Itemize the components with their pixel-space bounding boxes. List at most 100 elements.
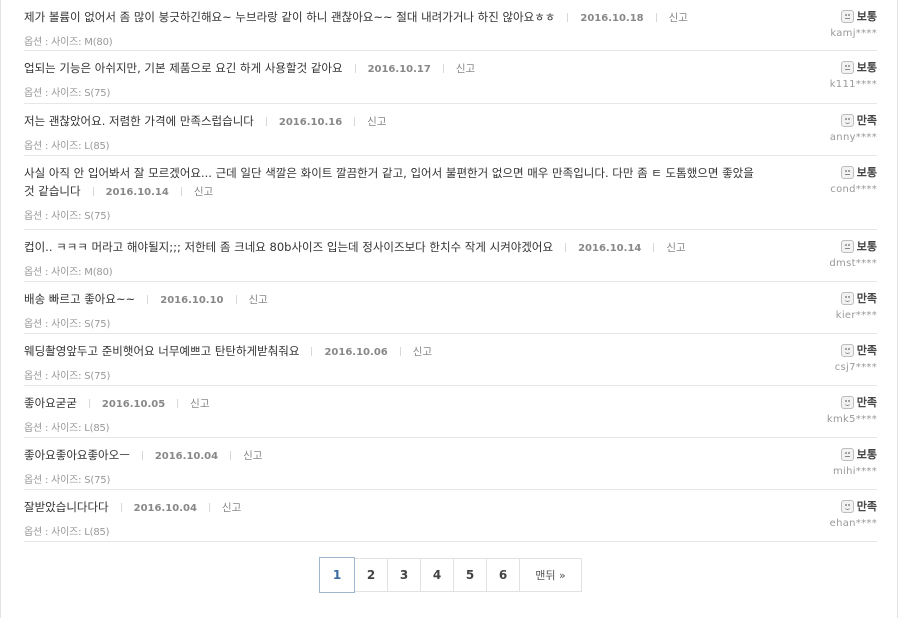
report-link[interactable]: 신고 [194,186,213,198]
review-row: 배송 빠르고 좋아요~~ 2016.10.10 신고 옵션 : 사이즈: S(75)… [24,282,877,334]
neutral-face-icon [840,61,854,74]
report-link[interactable]: 신고 [669,12,688,24]
user-id: k111**** [829,79,877,90]
report-link[interactable]: 신고 [666,242,685,254]
review-option: 옵션 : 사이즈: M(80) [24,37,113,48]
pagination: 1 2 3 4 5 6 맨뒤 » [319,557,582,594]
review-side: 보통 dmst**** [767,239,877,269]
review-row: 좋아요좋아요좋아오ㅡ 2016.10.04 신고 옵션 : 사이즈: S(75) 보… [24,438,877,490]
review-text: 저는 괜찮았어요. 저렴한 가격에 만족스럽습니다 [24,114,254,128]
review-side: 만족 ehan**** [767,499,877,529]
review-side: 보통 cond**** [767,165,877,195]
review-option: 옵션 : 사이즈: S(75) [24,475,111,486]
review-meta: 2016.10.06 신고 [299,346,432,358]
review-text: 업되는 기능은 아쉬지만, 기본 제품으로 요긴 하게 사용할것 같아요 [24,61,343,75]
review-body: 좋아요굳굳 2016.10.05 신고 옵션 : 사이즈: L(85) [24,386,759,434]
review-text: 배송 빠르고 좋아요~~ [24,292,136,306]
rating: 만족 [767,113,877,129]
divider [147,295,149,304]
rating: 보통 [767,239,877,255]
divider [354,117,356,126]
review-comment: 사실 아직 안 입어봐서 잘 모르겠어요... 근데 일단 색깔은 화이트 깔끔… [24,164,759,202]
page-3-button[interactable]: 3 [388,558,421,592]
rating-label: 보통 [856,240,877,253]
review-row: 웨딩촬영앞두고 준비햇어요 너무예쁘고 탄탄하게받춰줘요 2016.10.06 신고… [24,334,877,386]
report-link[interactable]: 신고 [190,398,209,410]
page-6-button[interactable]: 6 [487,558,520,592]
review-meta: 2016.10.04 신고 [109,502,241,514]
happy-face-icon [840,114,854,127]
review-row: 제가 볼륨이 없어서 좀 많이 붕긋하긴해요~ 누브라랑 같이 하니 괜찮아요~… [24,0,877,51]
review-body: 잘받았습니다다다 2016.10.04 신고 옵션 : 사이즈: L(85) [24,490,759,538]
review-option: 옵션 : 사이즈: S(75) [24,211,111,222]
review-comment: 잘받았습니다다다 2016.10.04 신고 [24,498,759,518]
rating-label: 만족 [856,344,877,357]
report-link[interactable]: 신고 [367,116,386,128]
review-comment: 제가 볼륨이 없어서 좀 많이 붕긋하긴해요~ 누브라랑 같이 하니 괜찮아요~… [24,8,759,28]
user-id: csj7**** [834,362,877,373]
user-id: mihi**** [832,466,877,477]
page-2-button[interactable]: 2 [355,558,388,592]
review-text: 제가 볼륨이 없어서 좀 많이 붕긋하긴해요~ 누브라랑 같이 하니 괜찮아요~… [24,10,556,24]
user-id: anny**** [829,132,877,143]
review-body: 업되는 기능은 아쉬지만, 기본 제품으로 요긴 하게 사용할것 같아요 2016… [24,51,759,99]
review-option: 옵션 : 사이즈: M(80) [24,267,113,278]
review-date: 2016.10.06 [324,347,388,358]
review-option: 옵션 : 사이즈: L(85) [24,141,110,152]
review-body: 좋아요좋아요좋아오ㅡ 2016.10.04 신고 옵션 : 사이즈: S(75) [24,438,759,486]
happy-face-icon [840,344,854,357]
page-1-button[interactable]: 1 [319,557,355,593]
report-link[interactable]: 신고 [243,450,262,462]
review-comment: 업되는 기능은 아쉬지만, 기본 제품으로 요긴 하게 사용할것 같아요 2016… [24,59,759,79]
review-side: 보통 kamj**** [767,9,877,39]
review-body: 제가 볼륨이 없어서 좀 많이 붕긋하긴해요~ 누브라랑 같이 하니 괜찮아요~… [24,0,759,48]
review-text: 좋아요굳굳 [24,396,77,410]
page-5-button[interactable]: 5 [454,558,487,592]
review-option: 옵션 : 사이즈: L(85) [24,527,110,538]
divider [354,64,356,73]
review-meta: 2016.10.04 신고 [130,450,262,462]
review-side: 보통 mihi**** [767,447,877,477]
review-text: 잘받았습니다다다 [24,500,109,514]
last-page-button[interactable]: 맨뒤 » [520,558,582,592]
neutral-face-icon [840,10,854,23]
review-comment: 저는 괜찮았어요. 저렴한 가격에 만족스럽습니다 2016.10.16 신고 [24,112,759,132]
rating-label: 보통 [856,166,877,179]
rating-label: 만족 [856,396,877,409]
report-link[interactable]: 신고 [456,63,475,75]
review-date: 2016.10.04 [133,503,197,514]
review-row: 사실 아직 안 입어봐서 잘 모르겠어요... 근데 일단 색깔은 화이트 깔끔… [24,156,877,230]
rating-label: 보통 [856,448,877,461]
divider [92,187,94,196]
review-row: 업되는 기능은 아쉬지만, 기본 제품으로 요긴 하게 사용할것 같아요 2016… [24,51,877,104]
rating: 보통 [767,60,877,76]
report-link[interactable]: 신고 [249,294,268,306]
divider [88,399,90,408]
report-link[interactable]: 신고 [222,502,241,514]
review-meta: 2016.10.18 신고 [555,12,688,24]
rating-label: 만족 [856,114,877,127]
happy-face-icon [840,396,854,409]
user-id: dmst**** [829,258,877,269]
rating-label: 만족 [856,500,877,513]
review-row: 좋아요굳굳 2016.10.05 신고 옵션 : 사이즈: L(85) 만족 kmk… [24,386,877,438]
review-meta: 2016.10.14 신고 [81,186,213,198]
review-comment: 컵이.. ㅋㅋㅋ 머라고 해야될지;;; 저한테 좀 크네요 80b사이즈 입는… [24,238,759,258]
review-date: 2016.10.10 [160,295,224,306]
review-option: 옵션 : 사이즈: S(75) [24,371,111,382]
review-date: 2016.10.04 [154,451,219,462]
neutral-face-icon [840,166,854,179]
divider [653,243,655,252]
happy-face-icon [840,500,854,513]
divider [442,64,444,73]
review-side: 만족 kmk5**** [767,395,877,425]
user-id: kier**** [835,310,877,321]
review-row: 잘받았습니다다다 2016.10.04 신고 옵션 : 사이즈: L(85) 만족 … [24,490,877,542]
user-id: kmk5**** [826,414,877,425]
review-text: 컵이.. ㅋㅋㅋ 머라고 해야될지;;; 저한테 좀 크네요 80b사이즈 입는… [24,240,554,254]
page-4-button[interactable]: 4 [421,558,454,592]
divider [265,117,267,126]
report-link[interactable]: 신고 [413,346,432,358]
divider [565,243,567,252]
rating-label: 보통 [856,10,877,23]
